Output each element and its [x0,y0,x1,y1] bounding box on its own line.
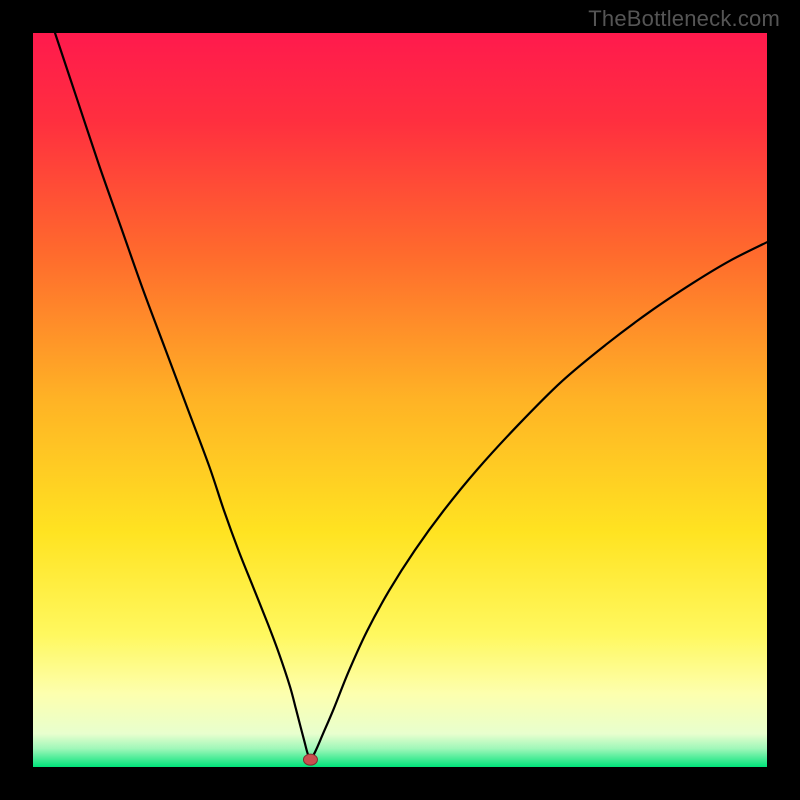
plot-area [33,33,767,767]
watermark-text: TheBottleneck.com [588,6,780,32]
gradient-background [33,33,767,767]
plot-svg [33,33,767,767]
chart-outer-frame: TheBottleneck.com [0,0,800,800]
minimum-marker [303,754,317,765]
